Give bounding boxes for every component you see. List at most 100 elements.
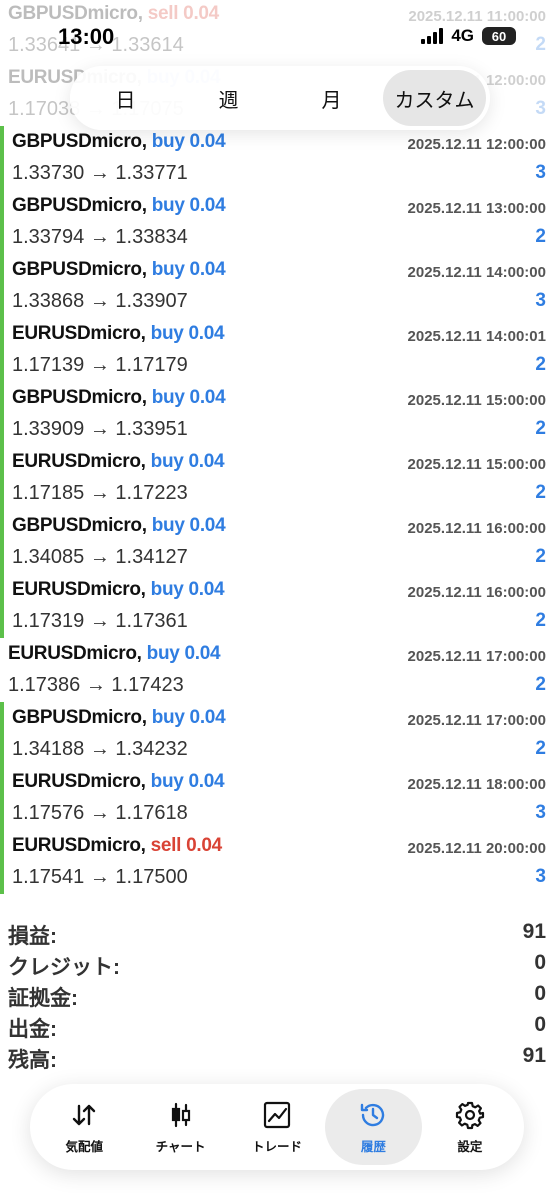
deal-time: 2025.12.11 17:00:00 <box>407 712 546 729</box>
summary-value: 0 <box>534 1013 546 1036</box>
period-tab-2[interactable]: 月 <box>280 70 383 126</box>
deal-profit: 3 <box>535 802 546 823</box>
deal-row[interactable]: GBPUSDmicro, buy 0.04 2025.12.11 14:00:00… <box>0 254 554 318</box>
deal-price: 1.17576 → 1.17618 <box>12 802 188 824</box>
deal-history-list: GBPUSDmicro, sell 0.04 2025.12.11 11:00:0… <box>0 0 554 894</box>
deal-symbol-line: GBPUSDmicro, buy 0.04 <box>12 131 226 153</box>
period-tab-0[interactable]: 日 <box>74 70 177 126</box>
deal-symbol: EURUSDmicro, <box>12 835 146 856</box>
deal-row[interactable]: EURUSDmicro, sell 0.04 2025.12.11 20:00:0… <box>0 830 554 894</box>
deal-price: 1.17185 → 1.17223 <box>12 482 188 504</box>
tab-trade-chart[interactable]: トレード <box>229 1089 325 1165</box>
status-indicators: 4G 60 <box>421 26 516 46</box>
deal-price: 1.17139 → 1.17179 <box>12 354 188 376</box>
deal-symbol-line: GBPUSDmicro, buy 0.04 <box>12 515 226 537</box>
deal-row[interactable]: EURUSDmicro, buy 0.04 2025.12.11 18:00:00… <box>0 766 554 830</box>
deal-side: buy 0.04 <box>150 323 225 344</box>
deal-symbol-line: EURUSDmicro, buy 0.04 <box>12 771 225 793</box>
deal-profit: 2 <box>535 482 546 503</box>
deal-symbol: GBPUSDmicro, <box>12 259 147 280</box>
deal-side: buy 0.04 <box>146 643 221 664</box>
deal-side: buy 0.04 <box>151 131 226 152</box>
deal-time: 2025.12.11 14:00:01 <box>407 328 546 345</box>
deal-symbol: GBPUSDmicro, <box>12 195 147 216</box>
deal-time: 2025.12.11 15:00:00 <box>407 456 546 473</box>
deal-side: buy 0.04 <box>150 579 225 600</box>
deal-symbol: EURUSDmicro, <box>12 579 146 600</box>
deal-side: buy 0.04 <box>151 259 226 280</box>
deal-row[interactable]: EURUSDmicro, buy 0.04 2025.12.11 15:00:00… <box>0 446 554 510</box>
deal-side: buy 0.04 <box>151 707 226 728</box>
deal-row[interactable]: GBPUSDmicro, buy 0.04 2025.12.11 15:00:00… <box>0 382 554 446</box>
deal-price: 1.33794 → 1.33834 <box>12 226 188 248</box>
deal-price: 1.33868 → 1.33907 <box>12 290 188 312</box>
deal-price: 1.34188 → 1.34232 <box>12 738 188 760</box>
deal-profit: 3 <box>535 290 546 311</box>
deal-symbol-line: EURUSDmicro, sell 0.04 <box>12 835 222 857</box>
deal-symbol: EURUSDmicro, <box>12 451 146 472</box>
deal-row[interactable]: EURUSDmicro, buy 0.04 2025.12.11 16:00:00… <box>0 574 554 638</box>
deal-row[interactable]: EURUSDmicro, buy 0.04 2025.12.11 17:00:00… <box>0 638 554 702</box>
summary-label: 損益: <box>8 925 57 948</box>
tab-gear[interactable]: 設定 <box>422 1089 518 1165</box>
deal-price: 1.34085 → 1.34127 <box>12 546 188 568</box>
deal-price: 1.17386 → 1.17423 <box>8 674 184 696</box>
deal-profit: 2 <box>535 354 546 375</box>
deal-symbol-line: EURUSDmicro, buy 0.04 <box>8 643 221 665</box>
deal-symbol-line: EURUSDmicro, buy 0.04 <box>12 579 225 601</box>
status-time: 13:00 <box>58 24 115 49</box>
gear-icon <box>455 1100 485 1130</box>
deal-symbol: EURUSDmicro, <box>12 771 146 792</box>
network-label: 4G <box>451 26 474 45</box>
deal-symbol-line: EURUSDmicro, buy 0.04 <box>12 323 225 345</box>
summary-label: 出金: <box>8 1018 57 1041</box>
period-tab-3[interactable]: カスタム <box>383 70 486 126</box>
deal-side: buy 0.04 <box>151 195 226 216</box>
deal-time: 2025.12.11 16:00:00 <box>407 584 546 601</box>
deal-row[interactable]: GBPUSDmicro, buy 0.04 2025.12.11 17:00:00… <box>0 702 554 766</box>
deal-row[interactable]: GBPUSDmicro, buy 0.04 2025.12.11 16:00:00… <box>0 510 554 574</box>
tab-label: チャート <box>155 1139 206 1154</box>
period-selector: 日週月カスタム <box>70 66 490 130</box>
deal-side: buy 0.04 <box>150 451 225 472</box>
signal-icon <box>421 28 444 44</box>
deal-symbol-line: GBPUSDmicro, buy 0.04 <box>12 259 226 281</box>
deal-row[interactable]: GBPUSDmicro, buy 0.04 2025.12.11 12:00:00… <box>0 126 554 190</box>
quotes-arrows-icon <box>69 1100 99 1130</box>
deal-time: 2025.12.11 16:00:00 <box>407 520 546 537</box>
status-bar: 13:00 4G 60 <box>0 0 554 70</box>
summary-row: 残高: 91 <box>0 1044 554 1075</box>
period-tab-1[interactable]: 週 <box>177 70 280 126</box>
tab-quotes-arrows[interactable]: 気配値 <box>36 1089 132 1165</box>
battery-icon: 60 <box>482 27 516 45</box>
bottom-tab-bar: 気配値 チャート トレード 履歴 設定 <box>30 1084 524 1170</box>
deal-profit: 2 <box>535 546 546 567</box>
deal-profit: 2 <box>535 418 546 439</box>
deal-time: 2025.12.11 13:00:00 <box>407 200 546 217</box>
deal-symbol: EURUSDmicro, <box>8 643 142 664</box>
battery-level: 60 <box>491 28 507 44</box>
deal-side: buy 0.04 <box>150 771 225 792</box>
deal-profit: 3 <box>535 162 546 183</box>
deal-price: 1.33909 → 1.33951 <box>12 418 188 440</box>
deal-symbol-line: GBPUSDmicro, buy 0.04 <box>12 387 226 409</box>
deal-profit: 3 <box>535 866 546 887</box>
deal-symbol: GBPUSDmicro, <box>12 387 147 408</box>
deal-row[interactable]: GBPUSDmicro, buy 0.04 2025.12.11 13:00:00… <box>0 190 554 254</box>
summary-value: 91 <box>522 1044 546 1067</box>
deal-symbol: GBPUSDmicro, <box>12 515 147 536</box>
tab-history-clock[interactable]: 履歴 <box>325 1089 422 1165</box>
candlestick-chart-icon <box>166 1100 196 1130</box>
deal-row[interactable]: EURUSDmicro, buy 0.04 2025.12.11 14:00:01… <box>0 318 554 382</box>
tab-label: トレード <box>252 1139 303 1154</box>
deal-time: 2025.12.11 12:00:00 <box>407 136 546 153</box>
deal-symbol: EURUSDmicro, <box>12 323 146 344</box>
summary-label: クレジット: <box>8 956 120 979</box>
history-clock-icon <box>358 1100 388 1130</box>
tab-candlestick-chart[interactable]: チャート <box>132 1089 228 1165</box>
summary-value: 0 <box>534 982 546 1005</box>
summary-row: 証拠金: 0 <box>0 982 554 1013</box>
deal-price: 1.33730 → 1.33771 <box>12 162 188 184</box>
deal-price: 1.17541 → 1.17500 <box>12 866 188 888</box>
deal-symbol-line: EURUSDmicro, buy 0.04 <box>12 451 225 473</box>
